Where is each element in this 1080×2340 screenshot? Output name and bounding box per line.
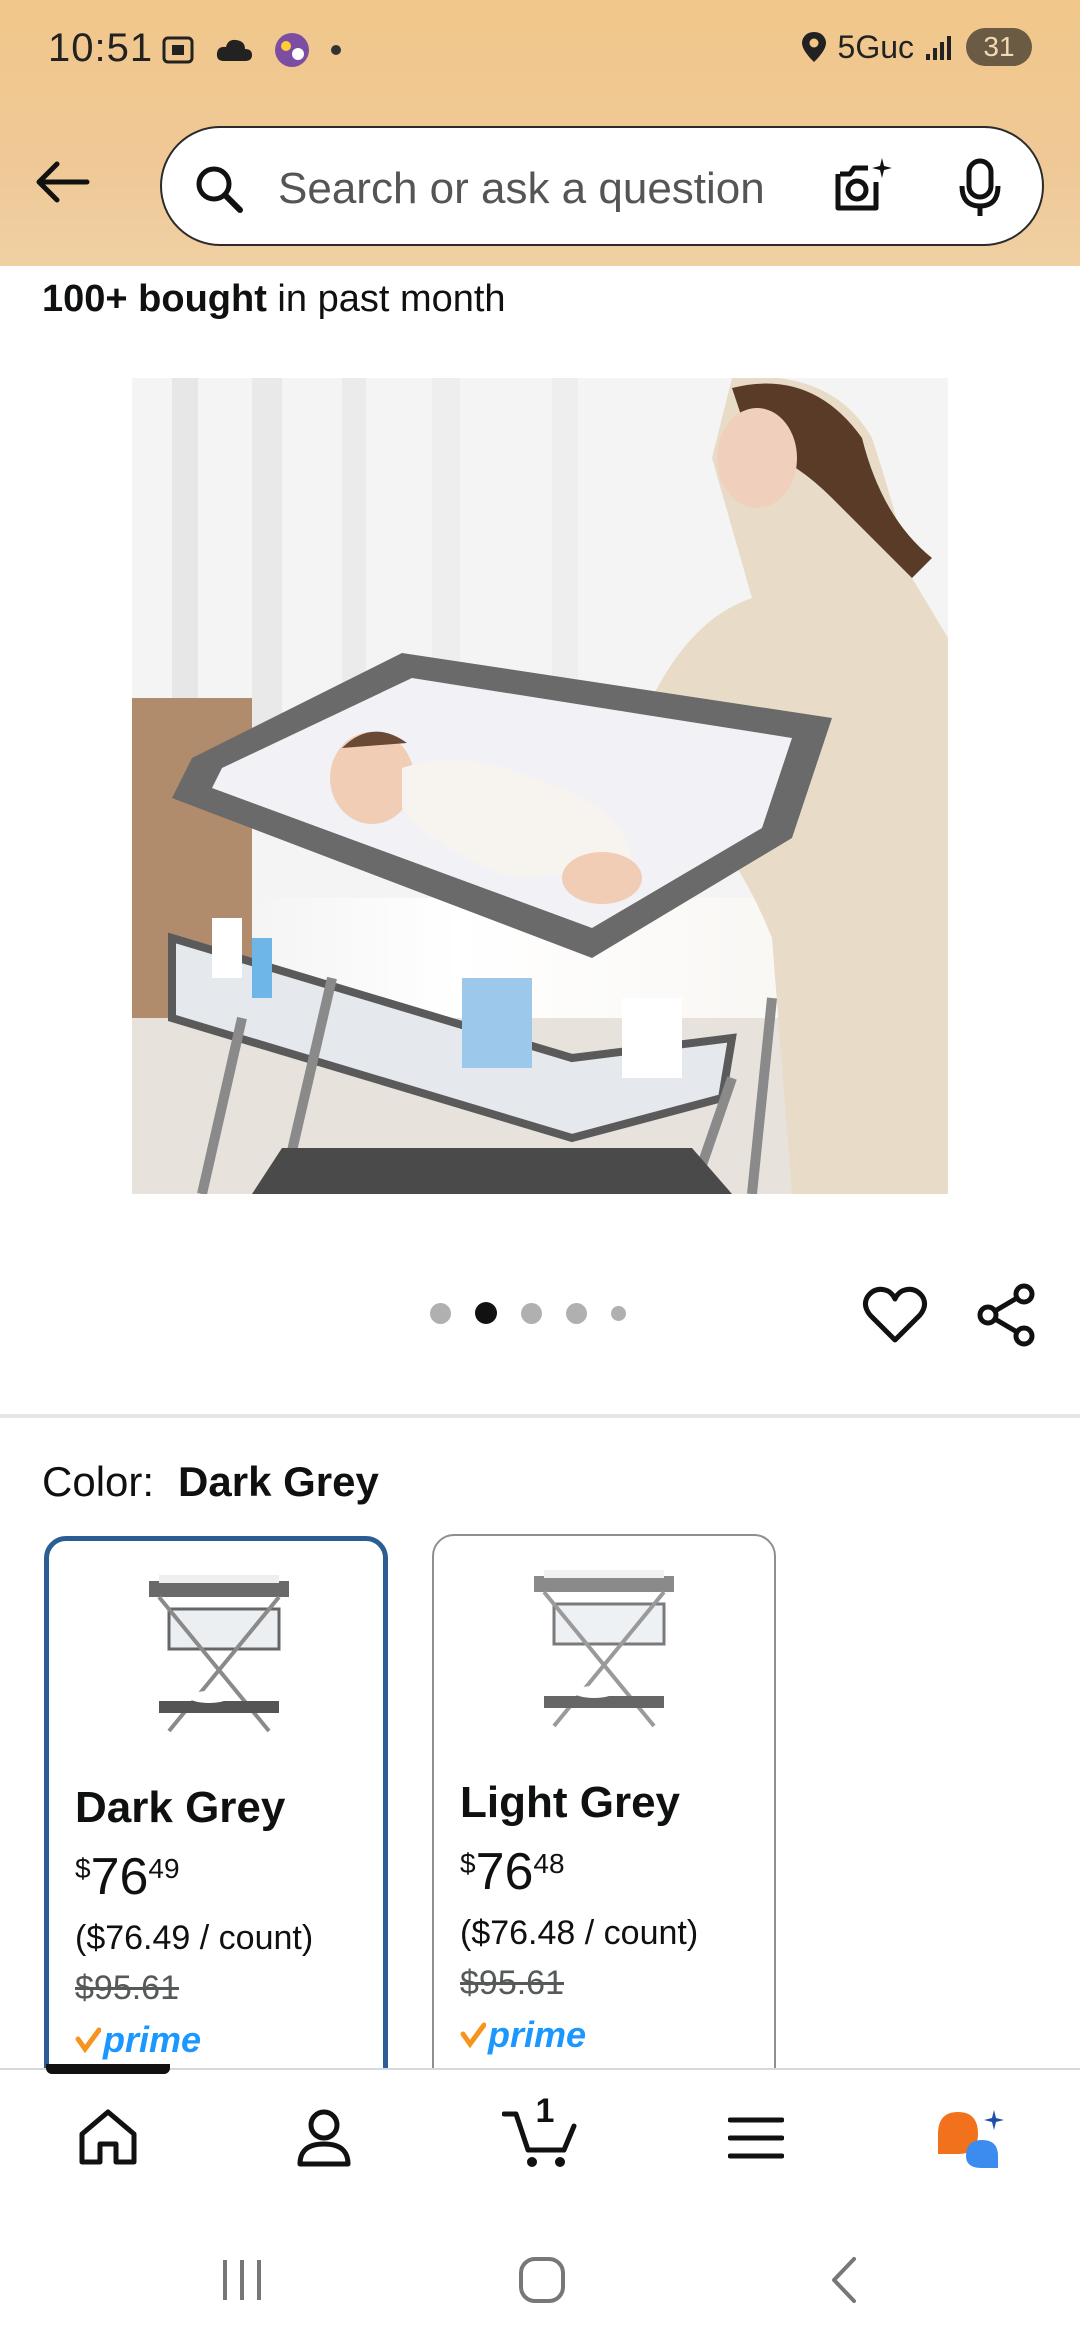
home-circle-icon xyxy=(519,2257,565,2303)
heart-icon xyxy=(862,1286,928,1343)
tab-home[interactable] xyxy=(68,2098,148,2178)
swatch-name: Dark Grey xyxy=(75,1783,286,1832)
swatch-thumbnail xyxy=(534,1570,674,1728)
menu-icon xyxy=(728,2117,784,2159)
signal-icon xyxy=(926,36,951,60)
chevron-left-icon xyxy=(832,2257,856,2303)
unit-price: ($76.48 / count) xyxy=(460,1914,699,1952)
carousel-dot[interactable] xyxy=(430,1302,451,1324)
unit-price: ($76.49 / count) xyxy=(75,1919,314,1957)
wishlist-button[interactable] xyxy=(862,1282,928,1348)
purchase-count-rest: in past month xyxy=(266,278,506,320)
recent-apps-button[interactable] xyxy=(212,2250,272,2310)
prime-badge: prime xyxy=(75,2019,201,2061)
dot-icon xyxy=(331,45,341,55)
back-arrow-icon xyxy=(36,161,90,203)
home-nav-button[interactable] xyxy=(512,2250,572,2310)
carousel-dot[interactable] xyxy=(521,1302,542,1324)
list-price: $95.61 xyxy=(460,1964,564,2002)
status-bar: 10:51 5Guc 31 xyxy=(0,0,1080,100)
price-symbol: $ xyxy=(460,1848,476,1879)
screenshot-icon xyxy=(162,36,194,64)
carousel-dot[interactable] xyxy=(566,1302,587,1324)
search-bar[interactable]: Search or ask a question xyxy=(160,126,1044,246)
price-cents: 49 xyxy=(148,1853,180,1884)
swatch-thumbnail xyxy=(149,1575,289,1733)
search-icon xyxy=(196,166,243,213)
color-label-text: Color: xyxy=(42,1458,155,1505)
price-whole: 76 xyxy=(475,1843,534,1901)
back-button[interactable] xyxy=(30,150,94,214)
notification-icons xyxy=(160,30,342,70)
purchase-count: 100+ bought in past month xyxy=(42,278,506,321)
prime-label: prime xyxy=(103,2019,202,2060)
purchase-count-bold: 100+ bought xyxy=(42,278,267,320)
price-symbol: $ xyxy=(75,1853,91,1884)
product-photo xyxy=(132,378,948,1194)
color-swatch-dark-grey[interactable]: Dark Grey $76 49 ($76.49 / count) $95.61 … xyxy=(44,1536,388,2096)
swatch-name: Light Grey xyxy=(460,1778,681,1827)
network-type: 5Guc xyxy=(837,28,914,65)
share-icon xyxy=(977,1283,1035,1347)
microphone-icon[interactable] xyxy=(958,158,1002,218)
prime-check-icon xyxy=(75,2027,101,2053)
section-divider xyxy=(0,1414,1080,1418)
app-notification-icon xyxy=(275,33,309,67)
battery-indicator: 31 xyxy=(966,28,1032,66)
tab-account[interactable] xyxy=(284,2098,364,2178)
share-button[interactable] xyxy=(974,1282,1040,1348)
home-icon xyxy=(79,2109,137,2165)
price-whole: 76 xyxy=(90,1848,149,1906)
status-time: 10:51 xyxy=(48,26,154,70)
tab-rufus[interactable] xyxy=(930,2098,1010,2178)
carousel-dot-active[interactable] xyxy=(475,1302,497,1324)
recent-apps-icon xyxy=(223,2260,261,2300)
color-selector-label: Color: Dark Grey xyxy=(42,1458,379,1506)
prime-badge: prime xyxy=(460,2014,586,2056)
tab-menu[interactable] xyxy=(716,2098,796,2178)
carousel-dot[interactable] xyxy=(611,1305,626,1321)
search-input[interactable]: Search or ask a question xyxy=(278,164,765,214)
product-image[interactable] xyxy=(132,378,948,1194)
color-swatch-light-grey[interactable]: Light Grey $76 48 ($76.48 / count) $95.61… xyxy=(432,1534,776,2096)
app-header: 10:51 5Guc 31 Search or ask a question xyxy=(0,0,1080,266)
location-icon xyxy=(801,32,826,62)
camera-search-icon[interactable] xyxy=(832,156,894,218)
price-cents: 48 xyxy=(533,1848,565,1879)
image-carousel-dots[interactable] xyxy=(430,1302,626,1324)
swatch-price: $76 49 xyxy=(75,1847,180,1907)
cloud-icon xyxy=(216,39,252,61)
color-selected-value: Dark Grey xyxy=(178,1458,379,1505)
account-icon xyxy=(297,2109,351,2167)
back-nav-button[interactable] xyxy=(814,2250,874,2310)
cart-count-badge: 1 xyxy=(535,2092,555,2130)
active-tab-indicator xyxy=(46,2064,170,2074)
prime-check-icon xyxy=(460,2022,486,2048)
swatch-price: $76 48 xyxy=(460,1842,565,1902)
prime-label: prime xyxy=(488,2014,587,2055)
list-price: $95.61 xyxy=(75,1969,179,2007)
status-right: 5Guc 31 xyxy=(800,28,1032,66)
rufus-icon xyxy=(938,2110,1004,2168)
